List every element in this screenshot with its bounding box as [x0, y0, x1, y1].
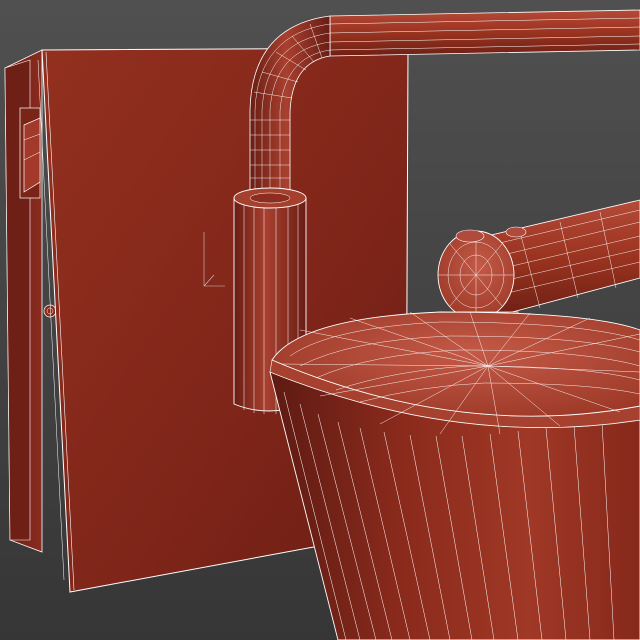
viewport-scene[interactable] [0, 0, 640, 640]
lamp-shade [269, 311, 640, 640]
